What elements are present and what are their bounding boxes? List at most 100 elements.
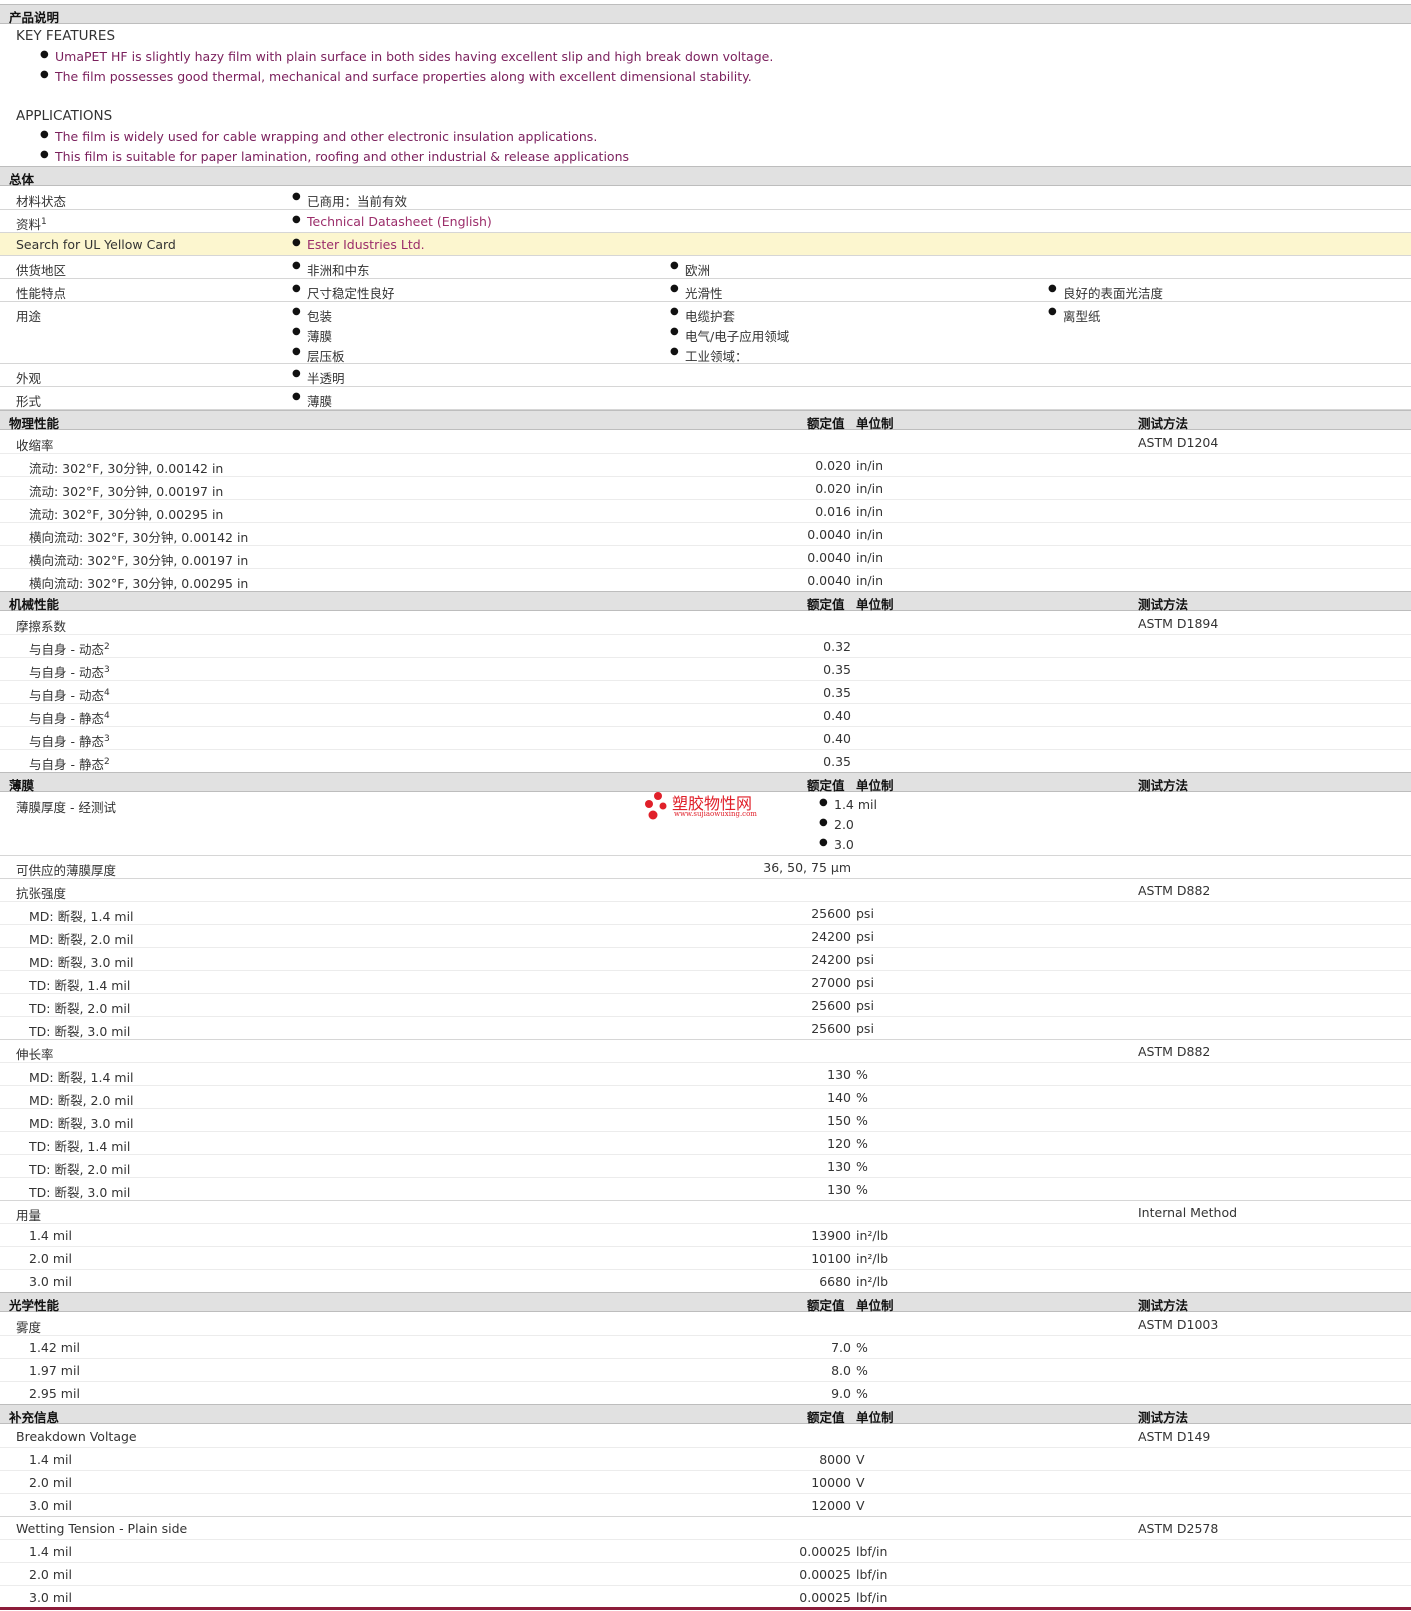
nominal-value: 7.0 (831, 1340, 851, 1355)
nominal-value: 0.35 (823, 754, 851, 769)
data-row: MD: 断裂, 1.4 mil 130% (0, 1063, 1411, 1086)
data-row: MD: 断裂, 3.0 mil 24200 psi (0, 948, 1411, 971)
watermark-url: www.sujiaowuxing.com (674, 810, 757, 818)
row-features: 性能特点 尺寸稳定性良好 光滑性 良好的表面光洁度 (0, 279, 1411, 302)
nominal-value: 0.35 (823, 662, 851, 677)
test-method: ASTM D882 (1138, 1044, 1211, 1059)
test-method: ASTM D2578 (1138, 1521, 1219, 1536)
data-row: TD: 断裂, 3.0 mil 130% (0, 1178, 1411, 1201)
nominal-value: 120 (827, 1136, 851, 1151)
use-item: 电气/电子应用领域 (670, 326, 789, 345)
available-thickness-label: 可供应的薄膜厚度 (16, 863, 117, 878)
property-name: 抗张强度 (16, 886, 67, 901)
nominal-value: 0.020 (815, 458, 851, 473)
section-title: 机械性能 (9, 597, 60, 612)
test-method: ASTM D1894 (1138, 616, 1219, 631)
col-nominal: 额定值 (807, 1410, 845, 1425)
unit: V (856, 1475, 865, 1490)
film-thickness-label: 薄膜厚度 - 经测试 (16, 800, 116, 815)
data-row: 横向流动: 302°F, 30分钟, 0.00197 in 0.0040 in/in (0, 546, 1411, 569)
feature-item: 尺寸稳定性良好 (292, 283, 394, 302)
condition-label: 2.0 mil (29, 1251, 72, 1266)
col-units: 单位制 (856, 416, 894, 431)
condition-label: 与自身 - 动态4 (29, 687, 110, 703)
unit: lbf/in (856, 1567, 888, 1582)
property-name: 收缩率 (16, 438, 54, 453)
unit: in²/lb (856, 1274, 889, 1289)
data-row: TD: 断裂, 1.4 mil 27000 psi (0, 971, 1411, 994)
condition-label: TD: 断裂, 1.4 mil (29, 1139, 131, 1154)
feature-item: 良好的表面光洁度 (1048, 283, 1163, 302)
unit: V (856, 1452, 865, 1467)
condition-label: 横向流动: 302°F, 30分钟, 0.00142 in (29, 530, 249, 545)
test-method: ASTM D1204 (1138, 435, 1219, 450)
use-item: 层压板 (292, 346, 344, 365)
condition-label: TD: 断裂, 2.0 mil (29, 1162, 131, 1177)
unit: % (856, 1363, 868, 1378)
property-row: Wetting Tension - Plain side ASTM D2578 (0, 1517, 1411, 1540)
unit: in/in (856, 458, 884, 473)
nominal-value: 8000 (819, 1452, 851, 1467)
section-title: 产品说明 (9, 10, 60, 25)
unit: lbf/in (856, 1544, 888, 1559)
unit: psi (856, 998, 874, 1013)
applications-title: APPLICATIONS (16, 108, 113, 124)
condition-label: 流动: 302°F, 30分钟, 0.00295 in (29, 507, 224, 522)
material-status-value: 已商用：当前有效 (292, 191, 407, 210)
data-row: 3.0 mil 12000 V (0, 1494, 1411, 1517)
nominal-value: 0.00025 (799, 1544, 851, 1559)
col-method: 测试方法 (1138, 1298, 1189, 1313)
section-additional: 补充信息 额定值 单位制 测试方法 (0, 1404, 1411, 1425)
unit: % (856, 1159, 868, 1174)
property-name: 雾度 (16, 1320, 42, 1335)
film-thickness-value: 1.4 mil (819, 797, 877, 812)
nominal-value: 0.40 (823, 731, 851, 746)
condition-label: 3.0 mil (29, 1498, 72, 1513)
section-title: 总体 (9, 172, 35, 187)
use-item: 离型纸 (1048, 306, 1100, 325)
condition-label: MD: 断裂, 1.4 mil (29, 909, 134, 924)
test-method: ASTM D149 (1138, 1429, 1211, 1444)
col-method: 测试方法 (1138, 597, 1189, 612)
data-row: 1.97 mil 8.0% (0, 1359, 1411, 1382)
material-status-label: 材料状态 (16, 194, 67, 209)
condition-label: TD: 断裂, 3.0 mil (29, 1024, 131, 1039)
condition-label: 横向流动: 302°F, 30分钟, 0.00197 in (29, 553, 249, 568)
available-thickness-value: 36, 50, 75 µm (763, 860, 851, 875)
unit: psi (856, 906, 874, 921)
col-nominal: 额定值 (807, 597, 845, 612)
section-physical: 物理性能 额定值 单位制 测试方法 (0, 410, 1411, 431)
data-row: 1.4 mil 8000 V (0, 1448, 1411, 1471)
section-general: 总体 (0, 166, 1411, 187)
col-units: 单位制 (856, 1298, 894, 1313)
row-uses: 用途 包装 电缆护套 离型纸 薄膜 电气/电子应用领域 层压板 工业领域： (0, 302, 1411, 364)
col-method: 测试方法 (1138, 1410, 1189, 1425)
section-title: 薄膜 (9, 778, 35, 793)
data-row: 2.0 mil 10100 in²/lb (0, 1247, 1411, 1270)
data-row: TD: 断裂, 2.0 mil 130% (0, 1155, 1411, 1178)
condition-label: MD: 断裂, 2.0 mil (29, 932, 134, 947)
technical-datasheet-link[interactable]: Technical Datasheet (English) (292, 214, 492, 229)
unit: in/in (856, 573, 884, 588)
unit: in/in (856, 504, 884, 519)
ul-supplier-link[interactable]: Ester Idustries Ltd. (292, 237, 425, 252)
section-mechanical: 机械性能 额定值 单位制 测试方法 (0, 591, 1411, 612)
property-row: 用量 Internal Method (0, 1201, 1411, 1224)
unit: % (856, 1340, 868, 1355)
unit: % (856, 1386, 868, 1401)
key-features-title: KEY FEATURES (16, 28, 116, 44)
property-row: 伸长率 ASTM D882 (0, 1040, 1411, 1063)
nominal-value: 13900 (811, 1228, 851, 1243)
nominal-value: 25600 (811, 998, 851, 1013)
unit: % (856, 1113, 868, 1128)
data-row: 2.0 mil 10000 V (0, 1471, 1411, 1494)
data-row: 流动: 302°F, 30分钟, 0.00295 in 0.016 in/in (0, 500, 1411, 523)
nominal-value: 6680 (819, 1274, 851, 1289)
property-name: 摩擦系数 (16, 619, 67, 634)
unit: psi (856, 1021, 874, 1036)
condition-label: 1.42 mil (29, 1340, 80, 1355)
film-thickness-value: 3.0 (819, 837, 854, 852)
condition-label: MD: 断裂, 3.0 mil (29, 1116, 134, 1131)
nominal-value: 0.00025 (799, 1590, 851, 1605)
property-row: 摩擦系数 ASTM D1894 (0, 612, 1411, 635)
